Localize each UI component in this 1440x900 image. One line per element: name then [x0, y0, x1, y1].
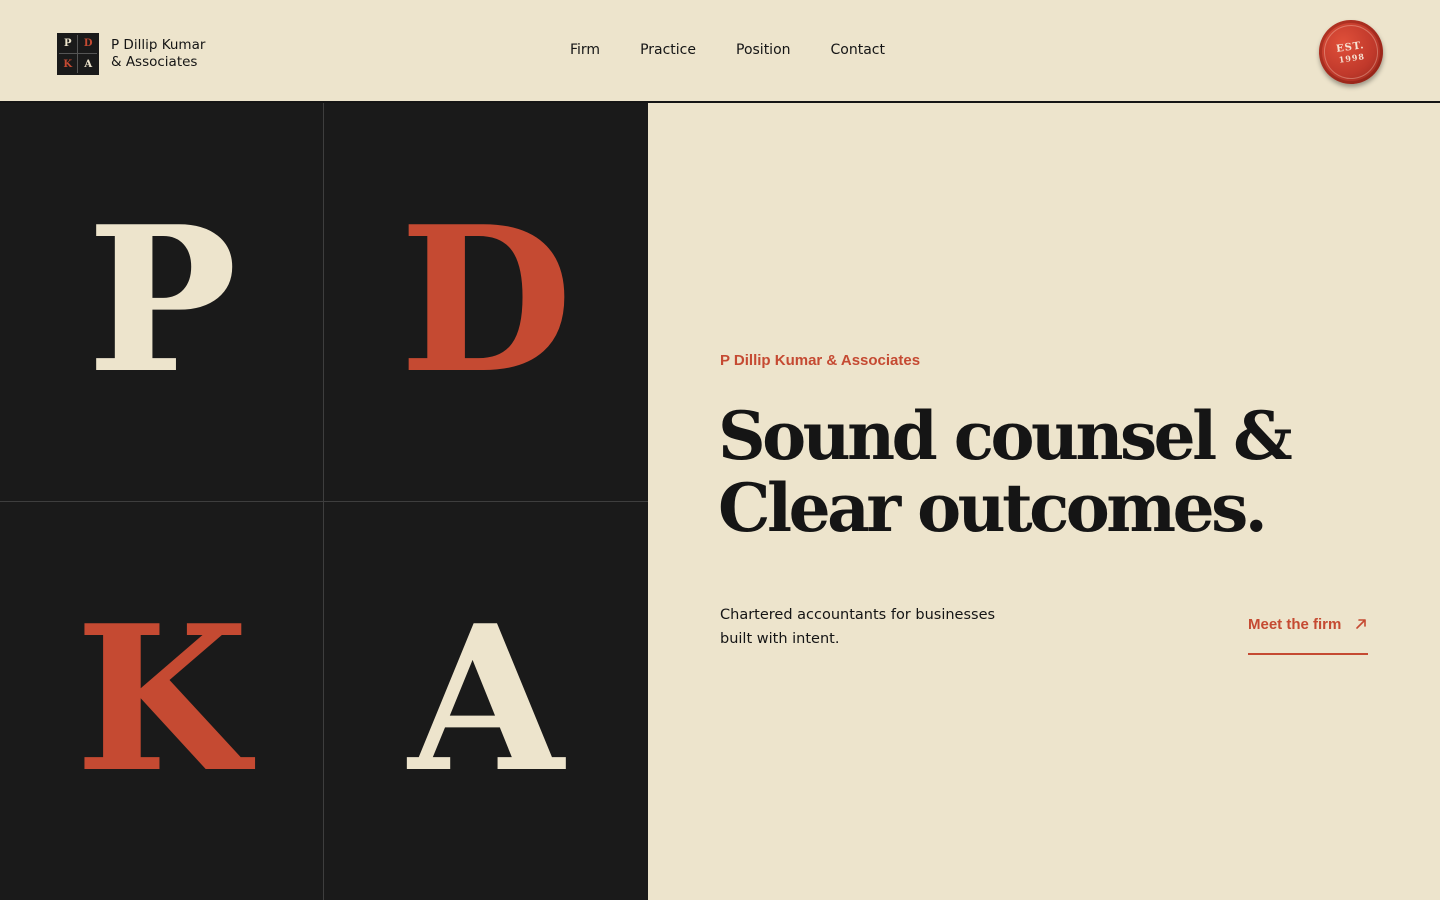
monogram-letter-d: D [399, 183, 573, 418]
logo-letter-d: D [78, 34, 98, 54]
monogram-letter-p: P [86, 183, 238, 418]
arrow-up-right-icon [1354, 614, 1368, 636]
meet-the-firm-label: Meet the firm [1248, 616, 1342, 633]
nav-link-contact[interactable]: Contact [831, 42, 885, 58]
logo-mark[interactable]: P D K A [57, 33, 99, 75]
nav-link-firm[interactable]: Firm [570, 42, 600, 58]
nav-link-practice[interactable]: Practice [640, 42, 696, 58]
hero-headline-line1: Sound counsel & [718, 397, 1293, 475]
seal-ring [1320, 21, 1382, 83]
logo-letter-a: A [78, 54, 98, 74]
hero-subcopy: Chartered accountants for businesses bui… [720, 607, 996, 647]
hero-eyebrow: P Dillip Kumar & Associates [720, 352, 921, 369]
established-seal: EST. 1998 [1314, 15, 1388, 89]
meet-the-firm-link[interactable]: Meet the firm [1248, 614, 1368, 655]
brand-name-line2: & Associates [111, 54, 198, 70]
hero-headline: Sound counsel & Clear outcomes. [718, 400, 1398, 544]
main-nav: Firm Practice Position Contact [570, 42, 885, 58]
site-header: P D K A P Dillip Kumar & Associates Firm… [0, 0, 1440, 103]
panel-divider-horizontal [0, 501, 648, 502]
logo-letter-k: K [58, 54, 78, 74]
monogram-panel: P D K A [0, 103, 648, 900]
brand-name[interactable]: P Dillip Kumar & Associates [111, 37, 221, 71]
hero-headline-line2: Clear outcomes. [718, 469, 1268, 547]
monogram-letter-a: A [408, 582, 564, 817]
nav-link-position[interactable]: Position [736, 42, 791, 58]
logo-letter-p: P [58, 34, 78, 54]
monogram-letter-k: K [75, 582, 249, 817]
brand-name-line1: P Dillip Kumar [111, 37, 206, 53]
